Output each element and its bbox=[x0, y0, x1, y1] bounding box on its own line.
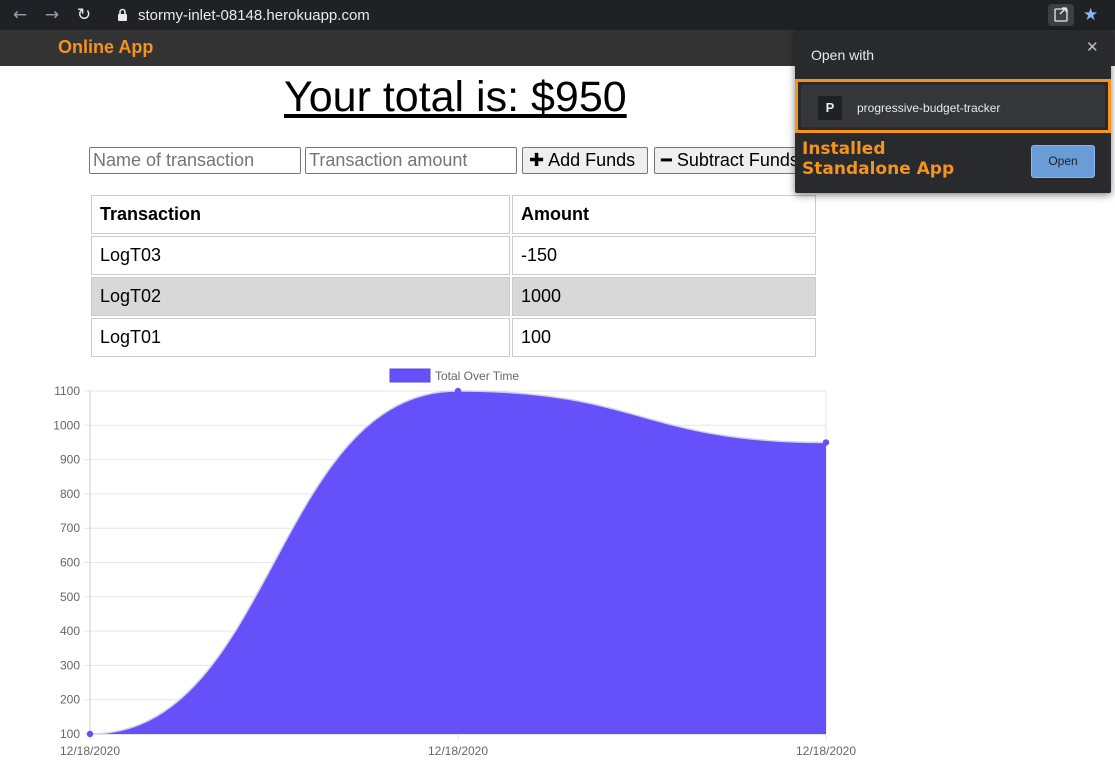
y-tick-label: 600 bbox=[60, 556, 80, 570]
legend-swatch bbox=[389, 368, 431, 383]
close-icon[interactable]: ✕ bbox=[1086, 38, 1099, 56]
x-tick-label: 12/18/2020 bbox=[60, 744, 120, 758]
app-option-name: progressive-budget-tracker bbox=[857, 101, 1001, 115]
y-tick-label: 200 bbox=[60, 693, 80, 707]
total-heading: Your total is: $950 bbox=[284, 73, 627, 121]
y-tick-label: 1000 bbox=[53, 418, 80, 432]
transaction-name-input[interactable] bbox=[89, 147, 301, 174]
y-tick-label: 900 bbox=[60, 453, 80, 467]
transaction-amount-input[interactable] bbox=[305, 147, 517, 174]
y-tick-label: 300 bbox=[60, 658, 80, 672]
table-header-row: Transaction Amount bbox=[91, 195, 816, 234]
annotation-line-1: Installed bbox=[802, 139, 886, 159]
open-in-app-button[interactable] bbox=[1048, 4, 1074, 26]
annotation-line-2: Standalone App bbox=[802, 159, 955, 179]
add-funds-button[interactable]: ✚ Add Funds bbox=[522, 147, 648, 174]
plus-icon: ✚ bbox=[529, 150, 545, 171]
y-tick-label: 800 bbox=[60, 487, 80, 501]
y-tick-label: 500 bbox=[60, 590, 80, 604]
lock-icon bbox=[118, 8, 127, 21]
total-over-time-chart: 100 200 300 400 500 600 700 800 900 1000 1100 12/18… bbox=[53, 368, 856, 758]
transaction-amount-cell: 100 bbox=[512, 318, 816, 357]
data-point bbox=[454, 387, 462, 395]
y-tick-label: 100 bbox=[60, 727, 80, 741]
url-text[interactable]: stormy-inlet-08148.herokuapp.com bbox=[138, 7, 370, 24]
popup-title: Open with bbox=[811, 47, 875, 63]
minus-icon: ━ bbox=[661, 150, 672, 171]
transaction-name-cell: LogT03 bbox=[91, 236, 510, 275]
transaction-name-cell: LogT02 bbox=[91, 277, 510, 316]
app-option-item[interactable]: P progressive-budget-tracker bbox=[795, 79, 1111, 133]
table-row: LogT03 -150 bbox=[91, 236, 816, 275]
bookmark-star-icon[interactable]: ★ bbox=[1083, 5, 1098, 25]
x-tick-label: 12/18/2020 bbox=[428, 744, 488, 758]
reload-icon[interactable]: ↻ bbox=[74, 5, 94, 25]
column-header-amount: Amount bbox=[512, 195, 816, 234]
transaction-amount-cell: -150 bbox=[512, 236, 816, 275]
data-point bbox=[822, 439, 830, 446]
transaction-name-cell: LogT01 bbox=[91, 318, 510, 357]
column-header-transaction: Transaction bbox=[91, 195, 510, 234]
y-tick-label: 400 bbox=[60, 624, 80, 638]
transaction-amount-cell: 1000 bbox=[512, 277, 816, 316]
data-point bbox=[86, 730, 94, 738]
open-with-popup: Open with ✕ P progressive-budget-tracker… bbox=[795, 30, 1111, 193]
subtract-funds-button[interactable]: ━ Subtract Funds bbox=[654, 147, 814, 174]
open-button[interactable]: Open bbox=[1031, 145, 1095, 178]
legend-label: Total Over Time bbox=[435, 369, 519, 383]
forward-icon[interactable]: → bbox=[42, 5, 62, 25]
app-icon: P bbox=[818, 96, 842, 120]
add-funds-label: Add Funds bbox=[544, 150, 636, 170]
table-row: LogT01 100 bbox=[91, 318, 816, 357]
transactions-table: Transaction Amount LogT03 -150 LogT02 10… bbox=[89, 193, 818, 359]
subtract-funds-label: Subtract Funds bbox=[671, 150, 799, 170]
open-in-app-icon bbox=[1054, 7, 1068, 22]
y-tick-label: 700 bbox=[60, 521, 80, 535]
installed-annotation: Installed Standalone App bbox=[802, 139, 954, 179]
brand-title[interactable]: Online App bbox=[58, 37, 153, 58]
back-icon[interactable]: ← bbox=[10, 5, 30, 25]
table-row: LogT02 1000 bbox=[91, 277, 816, 316]
y-tick-label: 1100 bbox=[54, 384, 80, 398]
app-option-background: P progressive-budget-tracker bbox=[801, 85, 1105, 127]
x-tick-label: 12/18/2020 bbox=[796, 744, 856, 758]
